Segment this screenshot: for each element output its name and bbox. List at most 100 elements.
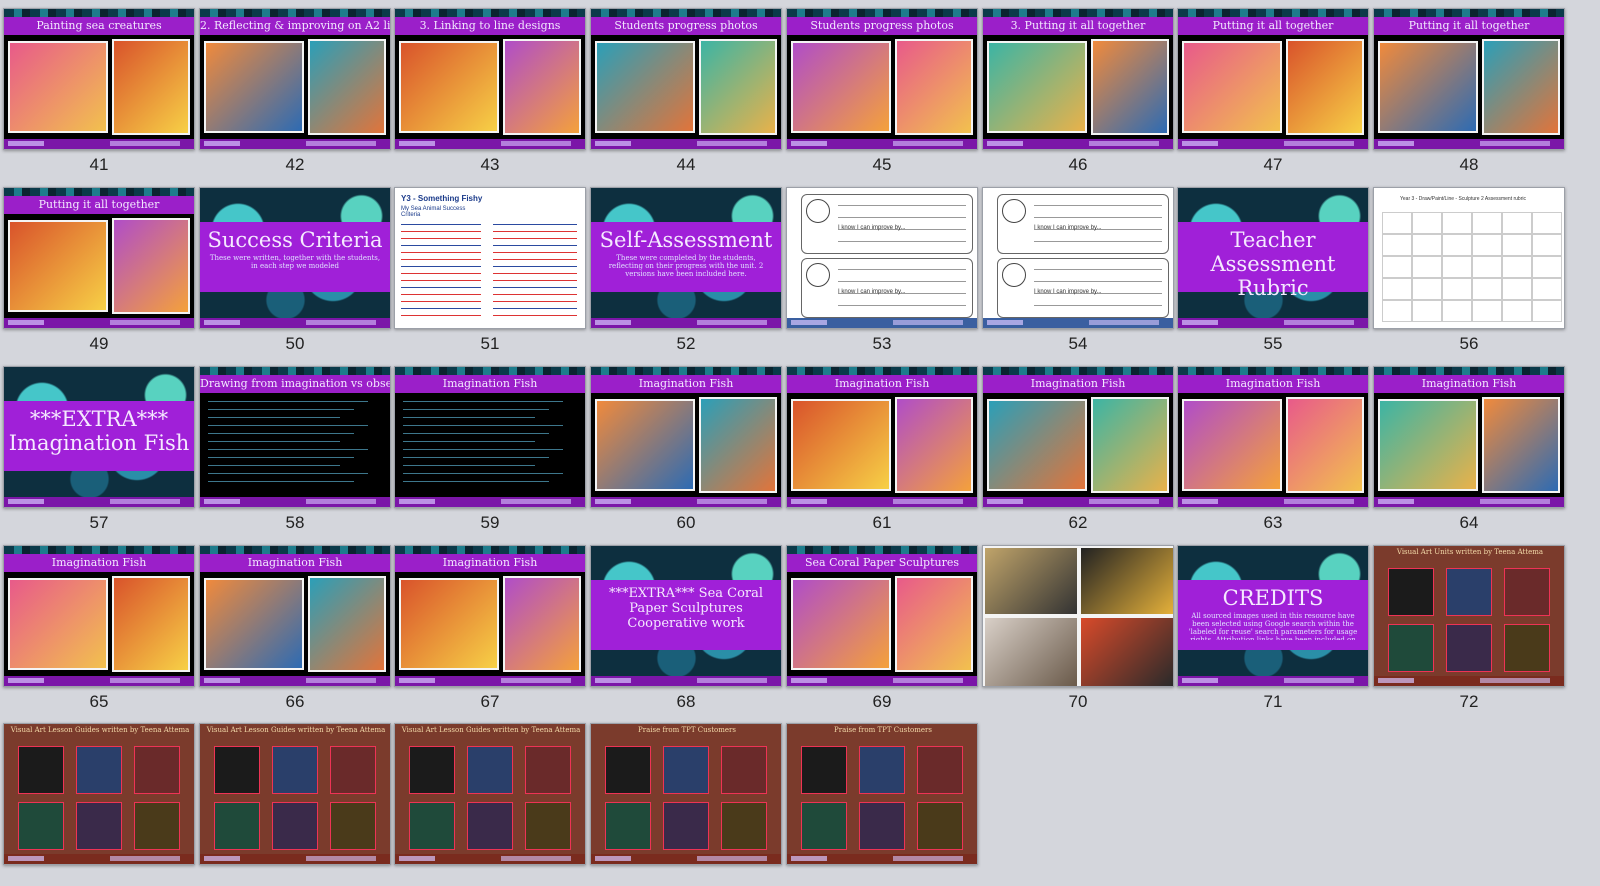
slide-number: 48 [1459,155,1479,174]
thumbnail-poster [801,746,847,794]
slide-photo [112,39,190,135]
slide-thumbnail[interactable]: Imagination Fish [199,545,391,687]
slide-footer [4,854,194,864]
slide-number: 52 [676,334,696,353]
slide-thumbnail[interactable]: Putting it all together [3,187,195,329]
rubric-cell [1502,234,1532,256]
slide-top-pattern [1178,367,1368,375]
slide-photo [308,576,386,672]
doc-line [401,280,481,281]
slide-thumbnail[interactable]: Putting it all together [1373,8,1565,150]
slide-thumbnail[interactable]: 2. Reflecting & improving on A2 line des… [199,8,391,150]
slide-footer [395,497,585,507]
thumbnail-poster [721,802,767,850]
thumbnail-poster [605,746,651,794]
doc-line [493,294,577,295]
form-line [838,305,966,306]
slide-thumbnail[interactable]: Imagination Fish [394,545,586,687]
slide-photo [8,41,108,133]
slide-top-pattern [1374,367,1564,375]
slide-thumbnail[interactable]: Visual Art Lesson Guides written by Teen… [3,723,195,865]
thumbnail-poster [917,802,963,850]
slide-footer [591,854,781,864]
slide-thumbnail[interactable]: CREDITS All sourced images used in this r… [1177,545,1369,687]
slide-footer [787,854,977,864]
slide-thumbnail[interactable]: Year 3 - Draw/Paint/Line - Sculpture 2 A… [1373,187,1565,329]
slide-number: 68 [676,692,696,711]
slide-thumbnail[interactable]: ***EXTRA*** Imagination Fish [3,366,195,508]
slide-number: 62 [1068,513,1088,532]
rubric-cell [1412,256,1442,278]
slide-thumbnail[interactable]: Praise from TPT Customers [786,723,978,865]
slide-thumbnail[interactable]: Praise from TPT Customers [590,723,782,865]
slide-thumbnail[interactable] [982,545,1174,687]
doc-line [493,224,577,225]
slide-title: Imagination Fish [200,554,390,572]
slide-footer [591,497,781,507]
rubric-cell [1502,300,1532,322]
slide-thumbnail[interactable]: Imagination Fish [3,545,195,687]
slide-number: 67 [480,692,500,711]
slide-title: Imagination Fish [395,554,585,572]
slide-title: Praise from TPT Customers [834,726,932,734]
slide-footer [395,139,585,149]
slide-thumbnail[interactable]: Painting sea creatures [3,8,195,150]
name-circle [806,263,830,287]
rubric-cell [1442,278,1472,300]
form-prompt: I know I can improve by... [838,225,906,231]
slide-thumbnail[interactable]: Students progress photos [590,8,782,150]
slide-thumbnail[interactable]: Sea Coral Paper Sculptures [786,545,978,687]
slide-thumbnail[interactable]: 3. Putting it all together [982,8,1174,150]
slide-thumbnail[interactable]: Students progress photos [786,8,978,150]
slide-title: ***EXTRA*** Imagination Fish [8,407,190,455]
slide-title: Y3 - Something Fishy [401,194,483,203]
slide-top-pattern [1178,9,1368,17]
slide-thumbnail[interactable]: Imagination Fish [1373,366,1565,508]
slide-footer [591,318,781,328]
slide-thumbnail[interactable]: Putting it all together [1177,8,1369,150]
thumbnail-poster [330,746,376,794]
rubric-cell [1502,278,1532,300]
slide-thumbnail[interactable]: Success Criteria These were written, toge… [199,187,391,329]
slide-title-band: ***EXTRA*** Imagination Fish [4,401,194,471]
slide-thumbnail[interactable]: Teacher Assessment Rubric [1177,187,1369,329]
slide-number: 41 [89,155,109,174]
slide-title: Self-Assessment [599,228,773,252]
text-line [208,433,354,434]
slide-photo [1091,39,1169,135]
slide-thumbnail[interactable]: Imagination Fish [1177,366,1369,508]
slide-photo [204,578,304,670]
slide-thumbnail[interactable]: Drawing from imagination vs observation [199,366,391,508]
rubric-cell [1532,300,1562,322]
slide-number: 72 [1459,692,1479,711]
thumbnail-poster [76,802,122,850]
doc-line [493,231,577,232]
form-line [1034,241,1162,242]
slide-photo [399,578,499,670]
slide-footer [1178,139,1368,149]
slide-thumbnail[interactable]: Visual Art Units written by Teena Attema [1373,545,1565,687]
slide-number: 55 [1263,334,1283,353]
slide-thumbnail[interactable]: Imagination Fish [394,366,586,508]
slide-top-pattern [787,9,977,17]
slide-thumbnail[interactable]: Visual Art Lesson Guides written by Teen… [199,723,391,865]
slide-photo [8,220,108,312]
slide-thumbnail[interactable]: I know I can improve by... I know I can i… [982,187,1174,329]
slide-thumbnail[interactable]: Imagination Fish [982,366,1174,508]
slide-thumbnail[interactable]: Imagination Fish [786,366,978,508]
slide-thumbnail[interactable]: ***EXTRA*** Sea Coral Paper Sculptures C… [590,545,782,687]
slide-number: 70 [1068,692,1088,711]
slide-thumbnail[interactable]: Y3 - Something Fishy My Sea Animal Succes… [394,187,586,329]
text-line [403,425,563,426]
thumbnail-poster [214,802,260,850]
slide-subtitle: These were written, together with the st… [209,254,381,270]
slide-thumbnail[interactable]: Self-Assessment These were completed by t… [590,187,782,329]
slide-thumbnail[interactable]: I know I can improve by... I know I can i… [786,187,978,329]
form-line [1034,269,1162,270]
slide-top-pattern [395,367,585,375]
slide-thumbnail[interactable]: Visual Art Lesson Guides written by Teen… [394,723,586,865]
doc-line [493,252,577,253]
slide-thumbnail[interactable]: 3. Linking to line designs [394,8,586,150]
slide-thumbnail[interactable]: Imagination Fish [590,366,782,508]
slide-number: 50 [285,334,305,353]
